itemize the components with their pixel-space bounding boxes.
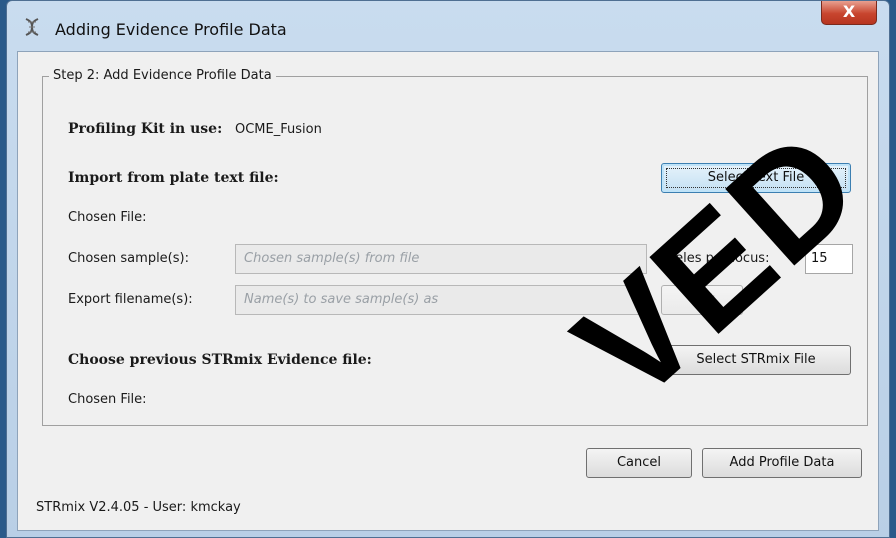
alleles-per-locus-input[interactable]: 15: [805, 244, 853, 274]
close-icon: X: [842, 2, 856, 21]
close-button[interactable]: X: [821, 1, 877, 25]
strmix-chosen-file-label: Chosen File:: [68, 392, 147, 407]
export-filename-input[interactable]: Name(s) to save sample(s) as: [235, 285, 647, 315]
step-legend: Step 2: Add Evidence Profile Data: [49, 68, 276, 83]
status-text: STRmix V2.4.05 - User: kmckay: [36, 500, 241, 515]
step-groupbox: Step 2: Add Evidence Profile Data Profil…: [42, 68, 868, 426]
dialog-body: Step 2: Add Evidence Profile Data Profil…: [17, 51, 879, 531]
dialog-window: Adding Evidence Profile Data X Step 2: A…: [6, 0, 890, 538]
cancel-button[interactable]: Cancel: [586, 448, 692, 478]
chosen-samples-label: Chosen sample(s):: [68, 251, 189, 266]
alleles-per-locus-label: Alleles per locus:: [659, 251, 770, 266]
dna-icon: [25, 18, 39, 36]
kit-value: OCME_Fusion: [235, 122, 322, 137]
select-text-file-button[interactable]: Select Text File: [661, 163, 851, 193]
strmix-import-heading: Choose previous STRmix Evidence file:: [68, 352, 372, 368]
title-bar[interactable]: Adding Evidence Profile Data X: [7, 1, 889, 51]
window-title: Adding Evidence Profile Data: [55, 20, 287, 39]
kit-label: Profiling Kit in use:: [68, 121, 223, 137]
add-profile-data-button[interactable]: Add Profile Data: [702, 448, 862, 478]
export-filename-label: Export filename(s):: [68, 292, 193, 307]
edit-button[interactable]: Edit: [661, 285, 743, 315]
select-strmix-file-button[interactable]: Select STRmix File: [661, 345, 851, 375]
chosen-samples-input[interactable]: Chosen sample(s) from file: [235, 244, 647, 274]
plate-import-heading: Import from plate text file:: [68, 170, 279, 186]
plate-chosen-file-label: Chosen File:: [68, 210, 147, 225]
